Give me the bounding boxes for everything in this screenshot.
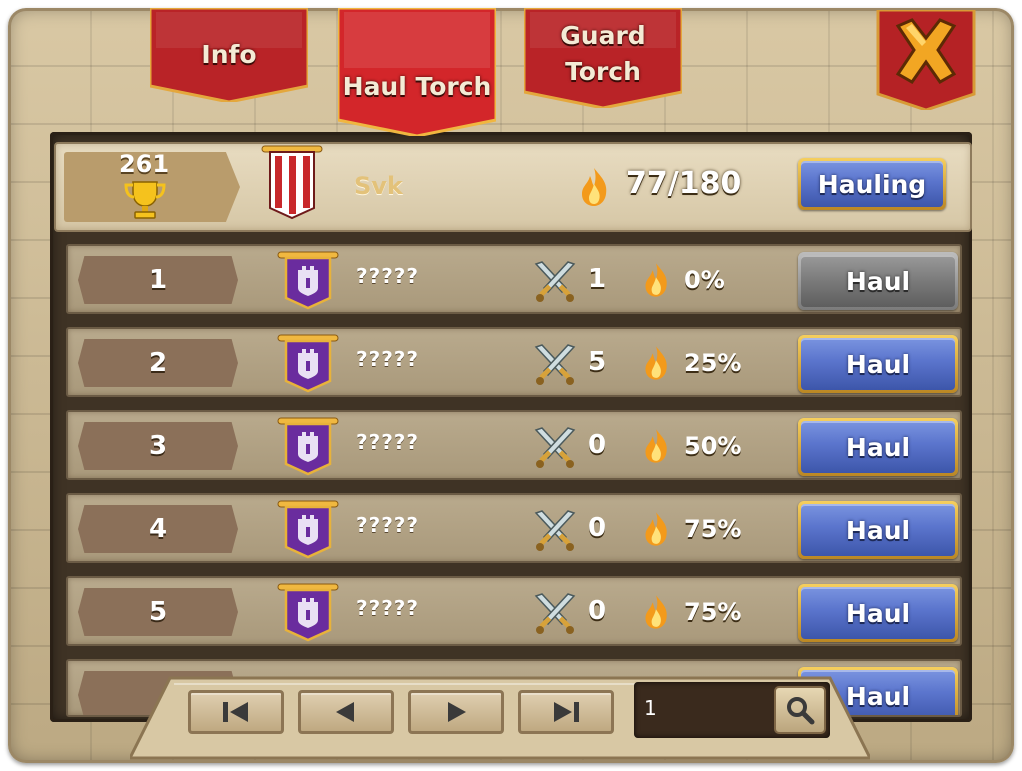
next-page-button[interactable] — [408, 690, 504, 734]
close-x-icon — [876, 8, 976, 112]
crossed-swords-icon — [534, 344, 576, 385]
first-page-button[interactable] — [188, 690, 284, 734]
search-button[interactable] — [774, 686, 826, 734]
close-button[interactable] — [876, 8, 976, 112]
flame-icon — [645, 429, 667, 463]
row-rank: 5 — [148, 597, 168, 627]
tab-info[interactable]: Info — [150, 8, 308, 102]
row-rank: 3 — [148, 431, 168, 461]
torch-count: 77/180 — [626, 166, 742, 201]
tab-haul-torch-label: Haul Torch — [342, 72, 492, 101]
table-row: 4 ????? 0 75% Haul — [66, 493, 962, 563]
haul-button[interactable]: Haul — [798, 501, 958, 559]
last-page-button[interactable] — [518, 690, 614, 734]
pagination-bar: 1 — [130, 672, 870, 764]
own-guild-name: Svk — [354, 172, 403, 200]
row-defenders-count: 5 — [588, 347, 607, 377]
haul-button-label: Haul — [801, 338, 955, 390]
row-guild-name: ????? — [356, 430, 420, 454]
tab-guard-torch-line2: Torch — [565, 57, 641, 86]
row-rank: 1 — [148, 265, 168, 295]
flame-icon — [645, 346, 667, 380]
page-number-value: 1 — [644, 696, 657, 720]
row-rank: 4 — [148, 514, 168, 544]
tab-haul-torch[interactable]: Haul Torch — [338, 8, 496, 136]
row-guild-name: ????? — [356, 347, 420, 371]
haul-button-label: Haul — [801, 504, 955, 556]
haul-button[interactable]: Haul — [798, 584, 958, 642]
row-defenders-count: 1 — [588, 264, 607, 294]
flame-icon — [645, 595, 667, 629]
row-guild-name: ????? — [356, 596, 420, 620]
row-torch-percent: 75% — [684, 598, 742, 626]
haul-button-label: Haul — [801, 421, 955, 473]
own-guild-row: 261 Svk 77/180 Hauling — [54, 142, 972, 232]
purple-castle-banner — [277, 251, 339, 310]
skip-to-first-icon — [223, 702, 248, 722]
row-guild-name: ????? — [356, 513, 420, 537]
crossed-swords-icon — [534, 261, 576, 302]
row-torch-percent: 50% — [684, 432, 742, 460]
magnifier-icon — [787, 697, 815, 725]
haul-button[interactable]: Haul — [798, 252, 958, 310]
haul-button[interactable]: Haul — [798, 335, 958, 393]
triangle-right-icon — [448, 702, 466, 722]
tab-guard-torch-line1: Guard — [560, 21, 646, 50]
flame-icon — [645, 263, 667, 297]
table-row: 1 ????? 1 0% Haul — [66, 244, 962, 314]
haul-button-label: Haul — [801, 255, 955, 307]
purple-castle-banner — [277, 583, 339, 642]
table-row: 3 ????? 0 50% Haul — [66, 410, 962, 480]
flame-icon — [645, 512, 667, 546]
purple-castle-banner — [277, 417, 339, 476]
crossed-swords-icon — [534, 427, 576, 468]
trophy-icon — [124, 181, 166, 219]
hauling-button[interactable]: Hauling — [798, 158, 946, 210]
triangle-left-icon — [336, 702, 354, 722]
red-white-striped-banner — [261, 145, 323, 220]
skip-to-last-icon — [554, 702, 579, 722]
row-guild-name: ????? — [356, 264, 420, 288]
row-rank: 2 — [148, 348, 168, 378]
tab-guard-torch[interactable]: Guard Torch — [524, 8, 682, 108]
page-number-input[interactable]: 1 — [634, 682, 830, 738]
haul-button-label: Haul — [801, 587, 955, 639]
purple-castle-banner — [277, 334, 339, 393]
row-torch-percent: 0% — [684, 266, 725, 294]
crossed-swords-icon — [534, 593, 576, 634]
flame-icon — [582, 168, 607, 206]
table-row: 2 ????? 5 25% Haul — [66, 327, 962, 397]
row-torch-percent: 75% — [684, 515, 742, 543]
previous-page-button[interactable] — [298, 690, 394, 734]
purple-castle-banner — [277, 500, 339, 559]
crossed-swords-icon — [534, 510, 576, 551]
row-defenders-count: 0 — [588, 596, 607, 626]
row-defenders-count: 0 — [588, 513, 607, 543]
tab-info-label: Info — [201, 40, 257, 69]
table-row: 5 ????? 0 75% Haul — [66, 576, 962, 646]
guild-score: 261 — [118, 150, 170, 178]
row-torch-percent: 25% — [684, 349, 742, 377]
hauling-button-label: Hauling — [801, 161, 943, 207]
row-defenders-count: 0 — [588, 430, 607, 460]
haul-button[interactable]: Haul — [798, 418, 958, 476]
